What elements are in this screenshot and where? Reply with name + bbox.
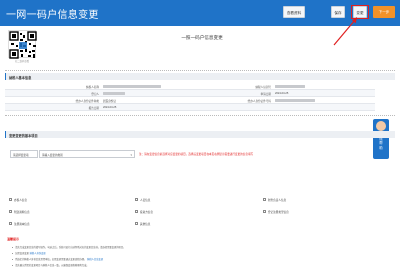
assistant-avatar-icon: [376, 121, 386, 131]
option-label: 其他信息: [140, 223, 151, 227]
field-label: 申请日期: [260, 92, 271, 96]
note-text: 如需变更变更: [15, 253, 29, 255]
note-line: 所选定的纳税人身份信息需经审核，如需变更需要通过变更流程办理。 纳税人信息变更: [12, 257, 103, 261]
note-link[interactable]: 纳税人身份变更: [30, 253, 46, 255]
select-value: 请输入变更的类别: [42, 154, 63, 158]
section-basic-info-header: 纳税人基本信息: [5, 73, 395, 80]
redacted-value: [103, 84, 161, 89]
qr-label: 扫二维码查看: [14, 60, 30, 63]
select-label: 请选择变更项: [13, 154, 29, 158]
note-text: 所选定的纳税人身份信息需经审核，如需变更需要通过变更流程办理。: [15, 259, 87, 261]
note-line: 请先完成变更信息的填写操作，勾选之后，系统可进行自动判断对应的变更信息前，请选择…: [12, 245, 125, 249]
redacted-value: [275, 98, 315, 103]
note-line: 请先确认所需的变更项目与纳税人信息一致，以确保变更能够顺利完成。: [12, 263, 89, 267]
qr-code: [8, 30, 37, 59]
option-label: 财务负责人信息: [268, 199, 287, 203]
checkbox[interactable]: [263, 198, 266, 202]
section-change-items-header: 变更变更的基本项目: [5, 131, 395, 138]
field-label: 登记人: [91, 92, 99, 96]
section-change-items-title: 变更变更的基本项目: [9, 133, 38, 138]
field-label: 纳税人识别号: [255, 85, 271, 89]
option-label: 办税人信息: [14, 199, 27, 203]
field-value: 2024-03-25: [103, 105, 117, 109]
field-value: 居民身份证: [103, 99, 116, 103]
option-label: 附送资料信息: [14, 211, 30, 215]
redacted-value: [103, 91, 125, 96]
option-label: 注册资本信息: [14, 223, 30, 227]
option-label: 人员信息: [140, 199, 151, 203]
checkbox[interactable]: [9, 222, 12, 226]
divider: [5, 70, 395, 71]
form-title: 一照一码户信息变更: [181, 35, 223, 40]
note-link[interactable]: 纳税人信息变更: [87, 259, 103, 261]
option-label: 登记注册类型信息: [268, 211, 289, 215]
redacted-value: [275, 84, 305, 89]
field-label: 经办人身份证件号码: [247, 99, 271, 103]
info-row: 纳税人名称 纳税人识别号: [5, 83, 375, 90]
change-item-label-box: 请选择变更项: [10, 150, 38, 158]
info-row: 登记人 申请日期 2024-03-25: [5, 90, 375, 97]
notes-title: 温馨提示: [7, 237, 20, 241]
checkbox[interactable]: [9, 198, 12, 202]
field-label: 经办人身份证件种类: [75, 99, 99, 103]
change-item-select[interactable]: 请输入变更的类别 ▾: [39, 150, 135, 158]
checkbox[interactable]: [135, 198, 138, 202]
note-text: 请先完成变更信息的填写操作，勾选之后，系统可进行自动判断对应的变更信息前，请选择…: [15, 247, 126, 249]
checkbox[interactable]: [135, 222, 138, 226]
note-line: 如需变更变更 纳税人身份变更: [12, 251, 46, 255]
change-warning: 注：请在变更信息前选择对应变更的项目，选择后变更项目在本页右侧显示需要进行变更的…: [139, 153, 254, 156]
checkbox[interactable]: [135, 210, 138, 214]
divider: [5, 115, 395, 116]
checkbox[interactable]: [9, 210, 12, 214]
main-content: 扫二维码查看 一照一码户信息变更 纳税人基本信息 纳税人名称 纳税人识别号 登记…: [2, 27, 398, 267]
info-row: 经办人身份证件种类 居民身份证 经办人身份证件号码: [5, 97, 375, 104]
checkbox[interactable]: [263, 210, 266, 214]
option-label: 投资方信息: [140, 211, 153, 215]
field-value: 2024-03-25: [275, 91, 289, 95]
info-row: 报告日期 2024-03-25: [5, 104, 375, 111]
chevron-down-icon: ▾: [130, 152, 132, 157]
section-basic-info-title: 纳税人基本信息: [9, 75, 32, 80]
field-label: 报告日期: [88, 106, 99, 110]
field-label: 纳税人名称: [86, 85, 99, 89]
